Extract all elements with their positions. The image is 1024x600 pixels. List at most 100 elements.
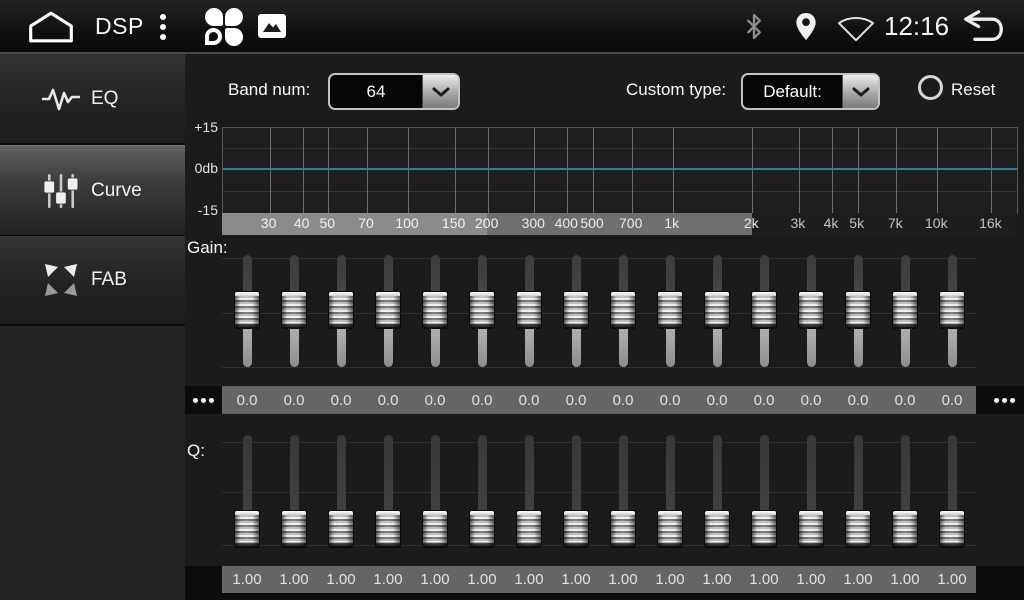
- q-slider-thumb-5[interactable]: [422, 510, 448, 548]
- q-slider-thumb-16[interactable]: [939, 510, 965, 548]
- slider-guide-line: [222, 492, 976, 493]
- gain-slider-thumb-2[interactable]: [281, 291, 307, 329]
- sidebar-item-eq[interactable]: EQ: [0, 54, 185, 145]
- reset-label[interactable]: Reset: [951, 80, 995, 100]
- q-value-15: 1.00: [882, 566, 929, 593]
- slider-guide-line: [222, 442, 976, 443]
- frequency-axis: 304050701001502003004005007001k2k3k4k5k7…: [222, 213, 1016, 235]
- q-value-4: 1.00: [365, 566, 412, 593]
- slider-guide-line: [222, 258, 976, 259]
- kebab-menu-icon[interactable]: [160, 14, 166, 40]
- gain-more-left-button[interactable]: [185, 386, 222, 414]
- freq-gridline-70: [367, 128, 368, 214]
- gain-value-8: 0.0: [553, 386, 600, 414]
- gain-slider-thumb-7[interactable]: [516, 291, 542, 329]
- q-value-9: 1.00: [600, 566, 647, 593]
- clover-petal: [225, 8, 243, 26]
- q-slider-thumb-3[interactable]: [328, 510, 354, 548]
- gain-value-9: 0.0: [600, 386, 647, 414]
- freq-gridline-40: [303, 128, 304, 214]
- freq-gridline-50: [328, 128, 329, 214]
- gain-slider-thumb-9[interactable]: [610, 291, 636, 329]
- apps-clover-icon[interactable]: [205, 8, 245, 48]
- freq-gridline-400: [567, 128, 568, 214]
- gain-slider-thumb-15[interactable]: [892, 291, 918, 329]
- q-slider-thumb-13[interactable]: [798, 510, 824, 548]
- ellipsis-icon: [193, 398, 198, 403]
- gain-slider-thumb-1[interactable]: [234, 291, 260, 329]
- freq-tick-7k: 7k: [875, 215, 915, 231]
- freq-gridline-2k: [752, 128, 753, 214]
- q-slider-thumb-8[interactable]: [563, 510, 589, 548]
- q-value-row: 1.001.001.001.001.001.001.001.001.001.00…: [185, 566, 1024, 593]
- y-axis-label-plus15: +15: [185, 119, 218, 135]
- freq-tick-5k: 5k: [837, 215, 877, 231]
- freq-tick-500: 500: [572, 215, 612, 231]
- gain-slider-thumb-14[interactable]: [845, 291, 871, 329]
- q-slider-thumb-6[interactable]: [469, 510, 495, 548]
- gain-value-16: 0.0: [929, 386, 976, 414]
- gain-slider-thumb-3[interactable]: [328, 291, 354, 329]
- y-axis-label-minus15: -15: [185, 202, 218, 218]
- q-slider-thumb-1[interactable]: [234, 510, 260, 548]
- gain-slider-thumb-8[interactable]: [563, 291, 589, 329]
- gain-slider-thumb-4[interactable]: [375, 291, 401, 329]
- freq-gridline-16k: [991, 128, 992, 214]
- gain-value-band: 0.00.00.00.00.00.00.00.00.00.00.00.00.00…: [222, 386, 976, 414]
- gain-slider-thumb-11[interactable]: [704, 291, 730, 329]
- q-label: Q:: [187, 441, 205, 461]
- q-value-5: 1.00: [412, 566, 459, 593]
- freq-gridline-3k: [799, 128, 800, 214]
- q-slider-thumb-12[interactable]: [751, 510, 777, 548]
- freq-tick-70: 70: [346, 215, 386, 231]
- gain-value-13: 0.0: [788, 386, 835, 414]
- freq-gridline-100: [408, 128, 409, 214]
- q-more-left-button[interactable]: [185, 566, 222, 593]
- freq-gridline-700: [632, 128, 633, 214]
- sliders-icon: [42, 173, 80, 209]
- gain-value-2: 0.0: [271, 386, 318, 414]
- gallery-icon[interactable]: [258, 14, 286, 43]
- home-icon[interactable]: [27, 10, 75, 49]
- q-value-2: 1.00: [271, 566, 318, 593]
- freq-tick-100: 100: [387, 215, 427, 231]
- gain-slider-thumb-6[interactable]: [469, 291, 495, 329]
- freq-gridline-1k: [673, 128, 674, 214]
- clover-petal-ring: [205, 28, 222, 45]
- gain-slider-thumb-12[interactable]: [751, 291, 777, 329]
- back-icon[interactable]: [960, 10, 1010, 48]
- sidebar-item-label: EQ: [91, 88, 118, 110]
- custom-type-dropdown[interactable]: Default:: [741, 73, 880, 110]
- clover-petal: [205, 8, 223, 26]
- q-slider-thumb-4[interactable]: [375, 510, 401, 548]
- q-slider-thumb-10[interactable]: [657, 510, 683, 548]
- gain-slider-thumb-16[interactable]: [939, 291, 965, 329]
- gain-more-right-button[interactable]: [976, 386, 1024, 414]
- gain-value-1: 0.0: [224, 386, 271, 414]
- gain-value-11: 0.0: [694, 386, 741, 414]
- gain-slider-thumb-5[interactable]: [422, 291, 448, 329]
- status-bar: DSP 12:16: [0, 0, 1024, 54]
- freq-gridline-500: [593, 128, 594, 214]
- dsp-screen: DSP 12:16: [0, 0, 1024, 600]
- q-slider-thumb-14[interactable]: [845, 510, 871, 548]
- q-slider-thumb-9[interactable]: [610, 510, 636, 548]
- sidebar-item-curve[interactable]: Curve: [0, 145, 185, 237]
- gain-slider-thumb-13[interactable]: [798, 291, 824, 329]
- q-slider-thumb-11[interactable]: [704, 510, 730, 548]
- chevron-down-icon[interactable]: [842, 75, 878, 108]
- chevron-down-icon[interactable]: [422, 75, 458, 108]
- q-slider-thumb-7[interactable]: [516, 510, 542, 548]
- q-more-right-button[interactable]: [976, 566, 1024, 593]
- bottom-divider: [185, 593, 1024, 600]
- wifi-icon: [835, 15, 877, 47]
- q-slider-thumb-15[interactable]: [892, 510, 918, 548]
- sidebar-item-fab[interactable]: FAB: [0, 236, 185, 326]
- band-num-value: 64: [330, 75, 422, 108]
- gain-label: Gain:: [187, 238, 228, 258]
- q-slider-thumb-2[interactable]: [281, 510, 307, 548]
- gain-slider-thumb-10[interactable]: [657, 291, 683, 329]
- band-num-dropdown[interactable]: 64: [328, 73, 460, 110]
- kebab-dot: [160, 34, 166, 40]
- reset-radio[interactable]: [918, 75, 943, 100]
